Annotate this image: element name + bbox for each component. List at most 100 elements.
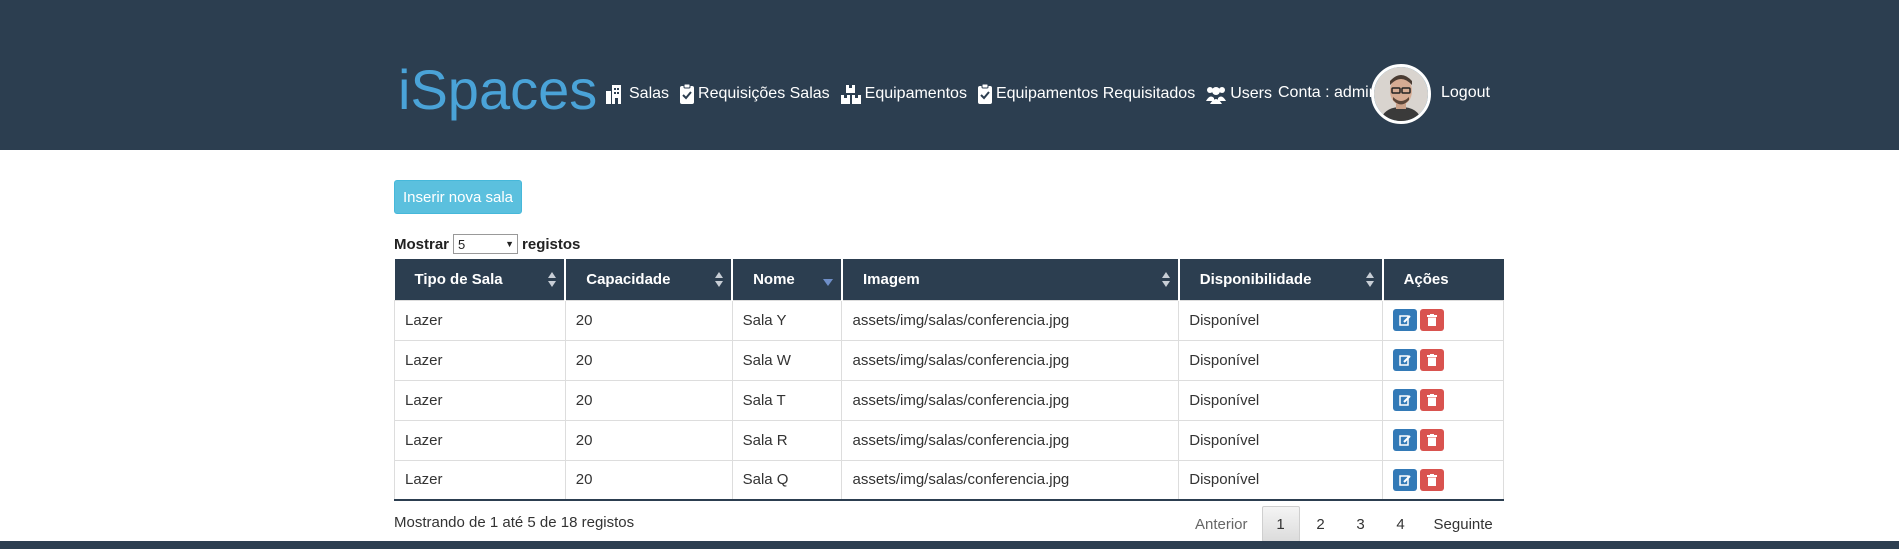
cell-disponibilidade: Disponível <box>1178 299 1384 341</box>
cell-tipo: Lazer <box>394 419 566 461</box>
rooms-table: Tipo de Sala Capacidade Nome Imagem Disp… <box>394 259 1504 501</box>
cell-nome: Sala Y <box>731 299 843 341</box>
length-prefix: Mostrar <box>394 235 450 253</box>
pagination: Anterior 1 2 3 4 Seguinte <box>1182 506 1506 542</box>
clipboard-check-icon <box>680 83 695 104</box>
cell-acoes <box>1382 379 1504 421</box>
chevron-down-icon: ▼ <box>505 239 515 249</box>
cell-capacidade: 20 <box>564 379 733 421</box>
delete-button[interactable] <box>1420 309 1445 331</box>
insert-room-button[interactable]: Inserir nova sala <box>394 180 522 214</box>
cell-imagem: assets/img/salas/conferencia.jpg <box>841 459 1180 501</box>
cell-tipo: Lazer <box>394 459 566 501</box>
delete-button[interactable] <box>1420 429 1445 451</box>
nav-label: Salas <box>629 85 670 102</box>
cell-imagem: assets/img/salas/conferencia.jpg <box>841 419 1180 461</box>
cell-acoes <box>1382 419 1504 461</box>
table-row: Lazer 20 Sala Tassets/img/salas/conferenci… <box>394 379 1504 421</box>
pagination-page-1[interactable]: 1 <box>1261 506 1300 542</box>
pagination-page-2[interactable]: 2 <box>1302 506 1340 542</box>
brand-logo[interactable]: iSpaces <box>398 58 597 122</box>
cell-acoes <box>1382 299 1504 341</box>
pagination-previous[interactable]: Anterior <box>1182 506 1261 542</box>
page-length-control: Mostrar 5 ▼ registos <box>394 234 580 254</box>
page-length-value: 5 <box>458 236 466 252</box>
nav-item-equipamentos[interactable]: Equipamentos <box>840 83 967 105</box>
column-header-imagem[interactable]: Imagem <box>840 259 1179 300</box>
cell-acoes <box>1382 459 1504 501</box>
cell-disponibilidade: Disponível <box>1178 459 1384 501</box>
sort-icon <box>715 272 724 288</box>
edit-button[interactable] <box>1393 468 1418 491</box>
trash-icon <box>1427 354 1438 366</box>
cell-imagem: assets/img/salas/conferencia.jpg <box>841 339 1180 381</box>
table-header-row: Tipo de Sala Capacidade Nome Imagem Disp… <box>394 259 1504 300</box>
cell-acoes <box>1382 339 1504 381</box>
table-row: Lazer 20 Sala Wassets/img/salas/conferenci… <box>394 339 1504 381</box>
nav-label: Users <box>1230 85 1272 102</box>
avatar[interactable] <box>1371 64 1431 124</box>
column-header-nome[interactable]: Nome <box>731 259 842 300</box>
nav-label: Equipamentos Requisitados <box>995 85 1196 102</box>
cell-tipo: Lazer <box>394 299 566 341</box>
trash-icon <box>1427 394 1438 406</box>
column-header-capacidade[interactable]: Capacidade <box>564 259 733 300</box>
top-navbar: iSpaces Salas Requisições Salas Equipame… <box>0 0 1899 150</box>
nav-label: Equipamentos <box>864 85 967 102</box>
cell-nome: Sala R <box>731 419 843 461</box>
user-photo-icon <box>1374 67 1428 121</box>
edit-button[interactable] <box>1393 309 1418 331</box>
cell-imagem: assets/img/salas/conferencia.jpg <box>841 379 1180 421</box>
table-row: Lazer 20 Sala Rassets/img/salas/conferenci… <box>394 419 1504 461</box>
column-header-disponibilidade[interactable]: Disponibilidade <box>1177 259 1383 300</box>
column-header-tipo[interactable]: Tipo de Sala <box>394 259 566 300</box>
sort-desc-icon <box>822 279 833 286</box>
column-header-acoes: Ações <box>1381 259 1504 300</box>
nav-label: Requisições Salas <box>698 85 830 102</box>
cell-nome: Sala T <box>731 379 843 421</box>
cell-capacidade: 20 <box>564 339 733 381</box>
edit-button[interactable] <box>1393 349 1418 371</box>
cell-tipo: Lazer <box>394 379 566 421</box>
table-row: Lazer 20 Sala Qassets/img/salas/conferenci… <box>394 459 1504 501</box>
cell-imagem: assets/img/salas/conferencia.jpg <box>841 299 1180 341</box>
nav-item-users[interactable]: Users <box>1205 83 1272 105</box>
trash-icon <box>1427 473 1438 486</box>
building-icon <box>606 85 621 104</box>
edit-button[interactable] <box>1393 389 1418 411</box>
edit-icon <box>1399 395 1411 406</box>
edit-icon <box>1399 315 1411 326</box>
pagination-page-3[interactable]: 3 <box>1342 506 1380 542</box>
edit-icon <box>1399 435 1411 446</box>
sort-icon <box>548 272 557 288</box>
sort-icon <box>1365 272 1374 288</box>
delete-button[interactable] <box>1420 468 1445 491</box>
cell-capacidade: 20 <box>564 419 733 461</box>
main-nav: Salas Requisições Salas Equipamentos Equ… <box>604 80 1282 108</box>
cell-capacidade: 20 <box>564 459 733 501</box>
table-info: Mostrando de 1 até 5 de 18 registos <box>394 514 635 531</box>
bottom-bar <box>0 541 1899 549</box>
cell-disponibilidade: Disponível <box>1178 419 1384 461</box>
delete-button[interactable] <box>1420 389 1445 411</box>
cell-disponibilidade: Disponível <box>1178 339 1384 381</box>
nav-item-salas[interactable]: Salas <box>604 83 669 105</box>
edit-icon <box>1399 355 1411 366</box>
logout-link[interactable]: Logout <box>1441 84 1490 102</box>
cell-disponibilidade: Disponível <box>1178 379 1384 421</box>
nav-item-requisicoes-salas[interactable]: Requisições Salas <box>679 83 830 105</box>
pagination-next[interactable]: Seguinte <box>1421 506 1506 542</box>
cell-nome: Sala Q <box>731 459 843 501</box>
length-suffix: registos <box>522 235 581 253</box>
cell-nome: Sala W <box>731 339 843 381</box>
edit-button[interactable] <box>1393 429 1418 451</box>
pagination-page-4[interactable]: 4 <box>1382 506 1420 542</box>
nav-item-equipamentos-requisitados[interactable]: Equipamentos Requisitados <box>977 83 1195 105</box>
clipboard-check-icon <box>977 83 992 104</box>
page-length-select[interactable]: 5 ▼ <box>453 234 519 254</box>
delete-button[interactable] <box>1420 349 1445 371</box>
trash-icon <box>1427 434 1438 446</box>
trash-icon <box>1427 314 1438 326</box>
table-row: Lazer 20 Sala Yassets/img/salas/conferenci… <box>394 299 1504 341</box>
users-icon <box>1206 87 1227 104</box>
